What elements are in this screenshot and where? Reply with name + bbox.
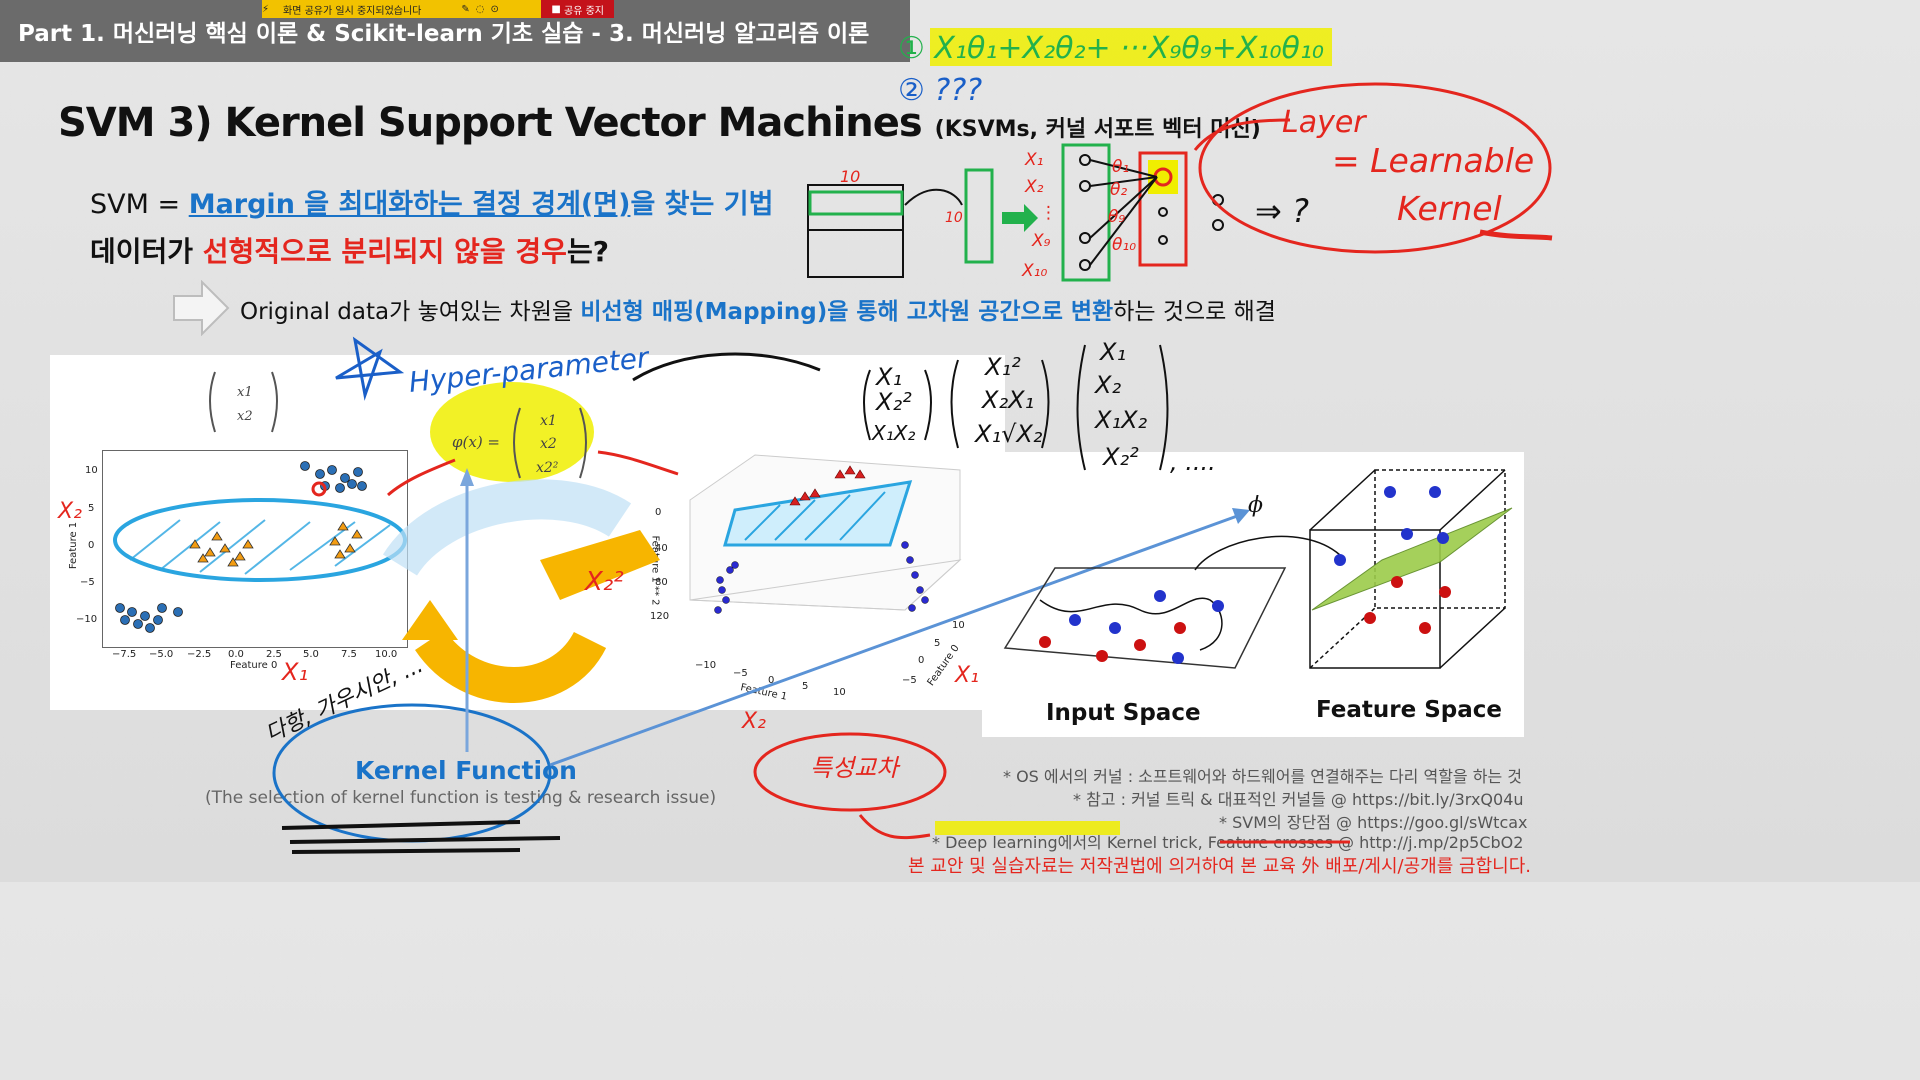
svg-text:X₁: X₁	[1024, 150, 1043, 170]
svg-text:10: 10	[945, 210, 963, 226]
svg-text:X₁: X₁	[954, 663, 979, 688]
svg-text:X₉: X₉	[1031, 231, 1051, 251]
svg-text:x1: x1	[540, 413, 557, 429]
scatter-2d-points	[113, 461, 407, 633]
svg-text:X₁X₂: X₁X₂	[871, 421, 915, 445]
handwritten-x2-squared: X₂²	[583, 567, 624, 597]
svg-text:θ₉: θ₉	[1108, 207, 1125, 227]
svg-text:X₂: X₂	[1093, 371, 1121, 399]
svg-text:x2²: x2²	[536, 460, 559, 476]
input-space-diagram	[1003, 535, 1341, 669]
svg-text:, ....: , ....	[1170, 448, 1216, 476]
svg-text:X₁: X₁	[874, 363, 902, 391]
svg-text:X₁: X₁	[280, 658, 308, 686]
drawing-layer: ① X₁θ₁+X₂θ₂+ ···X₉θ₉+X₁₀θ₁₀ ② ??? 10 10 …	[57, 28, 1553, 854]
svg-text:X₂: X₂	[1024, 177, 1044, 197]
phi-highlight	[430, 382, 594, 482]
handwritten-equation-2: ② ???	[898, 73, 982, 108]
svg-text:X₁√X₂: X₁√X₂	[973, 420, 1043, 448]
handwritten-equation-1: ① X₁θ₁+X₂θ₂+ ···X₉θ₉+X₁₀θ₁₀	[898, 31, 1324, 66]
phi-symbol: ϕ	[1248, 493, 1263, 518]
handwritten-learnable: = Learnable	[1332, 141, 1534, 180]
svg-text:X₂: X₂	[741, 709, 766, 734]
svg-text:x2: x2	[540, 436, 557, 452]
svg-text:θ₂: θ₂	[1110, 180, 1127, 200]
feature-space-diagram	[1309, 469, 1513, 669]
handwritten-feature-cross: 특성교차	[810, 754, 901, 782]
scatter-3d-plot	[689, 454, 962, 614]
svg-text:X₁: X₁	[1098, 338, 1126, 366]
svg-text:X₁₀: X₁₀	[1021, 261, 1047, 281]
svg-text:X₁²: X₁²	[983, 353, 1021, 381]
svg-text:⋮: ⋮	[1040, 203, 1057, 223]
handwritten-kernel: Kernel	[1397, 189, 1502, 228]
svg-text:x1: x1	[237, 385, 253, 400]
svg-text:X₂²: X₂²	[1101, 443, 1139, 471]
svg-text:θ₁: θ₁	[1112, 157, 1129, 177]
svg-text:X₂: X₂	[57, 499, 82, 524]
svg-text:X₂²: X₂²	[874, 388, 912, 416]
svg-text:x2: x2	[237, 409, 253, 424]
svg-text:φ(x) =: φ(x) =	[452, 433, 500, 451]
handwritten-feature-vectors: X₁ X₂² X₁X₂ X₁² X₂X₁ X₁√X₂ X₁ X₂ X₁X₂ X₂…	[863, 338, 1216, 476]
svg-text:X₂X₁: X₂X₁	[980, 386, 1034, 414]
svg-text:10: 10	[840, 167, 860, 186]
handwritten-implies-question: ⇒ ?	[1255, 192, 1309, 230]
handwritten-layer: Layer	[1282, 105, 1367, 140]
svg-text:X₁X₂: X₁X₂	[1093, 406, 1148, 434]
svg-text:θ₁₀: θ₁₀	[1112, 235, 1136, 255]
